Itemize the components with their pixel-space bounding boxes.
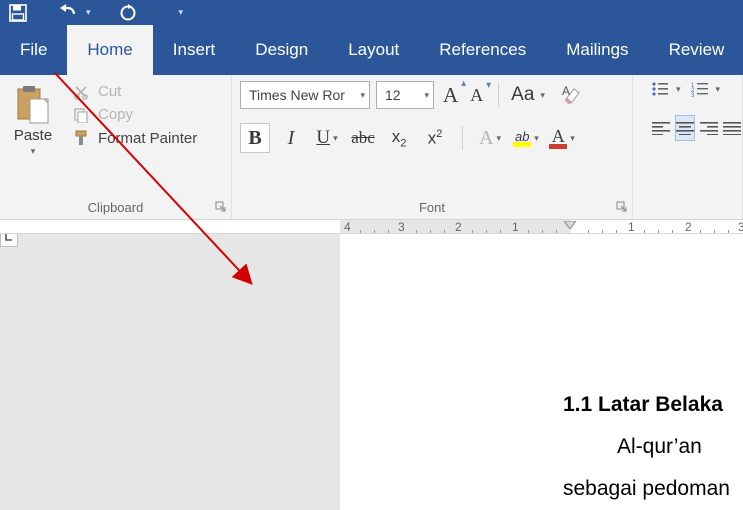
grow-up-icon: ▴ xyxy=(461,78,466,89)
format-painter-label: Format Painter xyxy=(98,130,197,147)
editor-area: 4 3 2 1 1 2 3 1.1 Latar Belaka xyxy=(0,220,743,510)
svg-text:A: A xyxy=(562,85,570,98)
text-effects-button[interactable]: A▾ xyxy=(475,123,505,153)
underline-caret-icon[interactable]: ▾ xyxy=(333,133,338,144)
clipboard-launcher-icon[interactable] xyxy=(215,201,227,213)
cut-button[interactable]: Cut xyxy=(72,83,197,100)
shrink-font-button[interactable]: A▾ xyxy=(467,85,486,106)
clipboard-group-label: Clipboard xyxy=(8,198,223,217)
tab-file[interactable]: File xyxy=(0,25,67,75)
numbering-caret-icon[interactable]: ▾ xyxy=(716,84,721,95)
undo-icon[interactable]: ▾ xyxy=(58,4,91,22)
copy-button[interactable]: Copy xyxy=(72,106,197,123)
superscript-button[interactable]: x2 xyxy=(420,123,450,153)
cut-label: Cut xyxy=(98,83,121,100)
italic-button[interactable]: I xyxy=(276,123,306,153)
strikethrough-button[interactable]: abc xyxy=(348,123,378,153)
font-size-caret-icon[interactable]: ▾ xyxy=(424,90,429,101)
subscript-button[interactable]: x2 xyxy=(384,123,414,153)
tab-insert[interactable]: Insert xyxy=(153,25,236,75)
separator xyxy=(462,126,463,150)
font-name-combo[interactable]: Times New Ror ▾ xyxy=(240,81,370,109)
grow-font-button[interactable]: A▴ xyxy=(440,83,461,108)
font-size-combo[interactable]: 12 ▾ xyxy=(376,81,434,109)
quick-access-toolbar: ▾ ▾ xyxy=(0,0,743,25)
font-name-caret-icon[interactable]: ▾ xyxy=(360,90,365,101)
font-group-label: Font xyxy=(240,198,624,217)
change-case-button[interactable]: Aa▾ xyxy=(511,84,545,106)
tab-design[interactable]: Design xyxy=(235,25,328,75)
undo-caret-icon[interactable]: ▾ xyxy=(86,7,91,18)
svg-text:3: 3 xyxy=(691,93,695,97)
bullets-button[interactable]: ▾ xyxy=(651,81,681,97)
font-color-button[interactable]: A ▾ xyxy=(547,123,577,153)
paste-caret-icon[interactable]: ▾ xyxy=(31,146,36,157)
paste-icon xyxy=(16,85,50,125)
doc-line-2: sebagai pedoman xyxy=(563,468,743,510)
redo-icon[interactable] xyxy=(117,4,139,22)
ribbon: Paste ▾ Cut Copy xyxy=(0,75,743,220)
ribbon-tabbar: File Home Insert Design Layout Reference… xyxy=(0,25,743,75)
shrink-down-icon: ▾ xyxy=(486,80,491,91)
highlight-caret-icon[interactable]: ▾ xyxy=(534,133,539,144)
group-font: Times New Ror ▾ 12 ▾ A▴ A▾ Aa▾ A B I U▾ … xyxy=(232,75,633,219)
tab-mailings[interactable]: Mailings xyxy=(546,25,648,75)
font-size-value: 12 xyxy=(385,87,401,103)
tab-references[interactable]: References xyxy=(419,25,546,75)
copy-icon xyxy=(72,107,90,123)
align-center-button[interactable] xyxy=(675,115,695,141)
highlight-swatch xyxy=(513,142,531,147)
left-gutter xyxy=(0,220,340,510)
font-name-value: Times New Ror xyxy=(249,87,345,103)
align-left-button[interactable] xyxy=(651,115,671,141)
group-clipboard: Paste ▾ Cut Copy xyxy=(0,75,232,219)
font-color-swatch xyxy=(549,144,567,149)
tab-home[interactable]: Home xyxy=(67,25,152,75)
align-justify-button[interactable] xyxy=(722,115,742,141)
font-color-caret-icon[interactable]: ▾ xyxy=(570,133,575,144)
doc-heading: 1.1 Latar Belaka xyxy=(563,384,743,426)
bullets-caret-icon[interactable]: ▾ xyxy=(676,84,681,95)
numbering-icon: 123 xyxy=(691,81,709,97)
align-right-button[interactable] xyxy=(699,115,719,141)
numbering-button[interactable]: 123 ▾ xyxy=(691,81,721,97)
bullets-icon xyxy=(651,81,669,97)
cut-icon xyxy=(72,84,90,100)
separator xyxy=(498,83,499,107)
customize-qat-icon[interactable]: ▾ xyxy=(179,7,184,18)
font-launcher-icon[interactable] xyxy=(616,201,628,213)
save-icon[interactable] xyxy=(8,3,28,23)
format-painter-button[interactable]: Format Painter xyxy=(72,129,197,147)
copy-label: Copy xyxy=(98,106,133,123)
effects-caret-icon[interactable]: ▾ xyxy=(496,133,501,144)
paste-button[interactable]: Paste ▾ xyxy=(8,81,58,157)
change-case-caret-icon[interactable]: ▾ xyxy=(540,90,545,101)
format-painter-icon xyxy=(72,129,90,147)
doc-line-1: Al-qur’an xyxy=(563,426,743,468)
underline-button[interactable]: U▾ xyxy=(312,123,342,153)
tab-review[interactable]: Review xyxy=(649,25,743,75)
group-paragraph: ▾ 123 ▾ xyxy=(633,75,743,219)
bold-button[interactable]: B xyxy=(240,123,270,153)
highlight-button[interactable]: ab ▾ xyxy=(511,123,541,153)
clear-formatting-button[interactable]: A xyxy=(561,84,583,106)
horizontal-ruler[interactable]: 4 3 2 1 1 2 3 xyxy=(0,220,743,234)
tab-layout[interactable]: Layout xyxy=(328,25,419,75)
paste-label: Paste xyxy=(14,127,52,144)
first-line-indent-icon[interactable] xyxy=(564,220,576,232)
